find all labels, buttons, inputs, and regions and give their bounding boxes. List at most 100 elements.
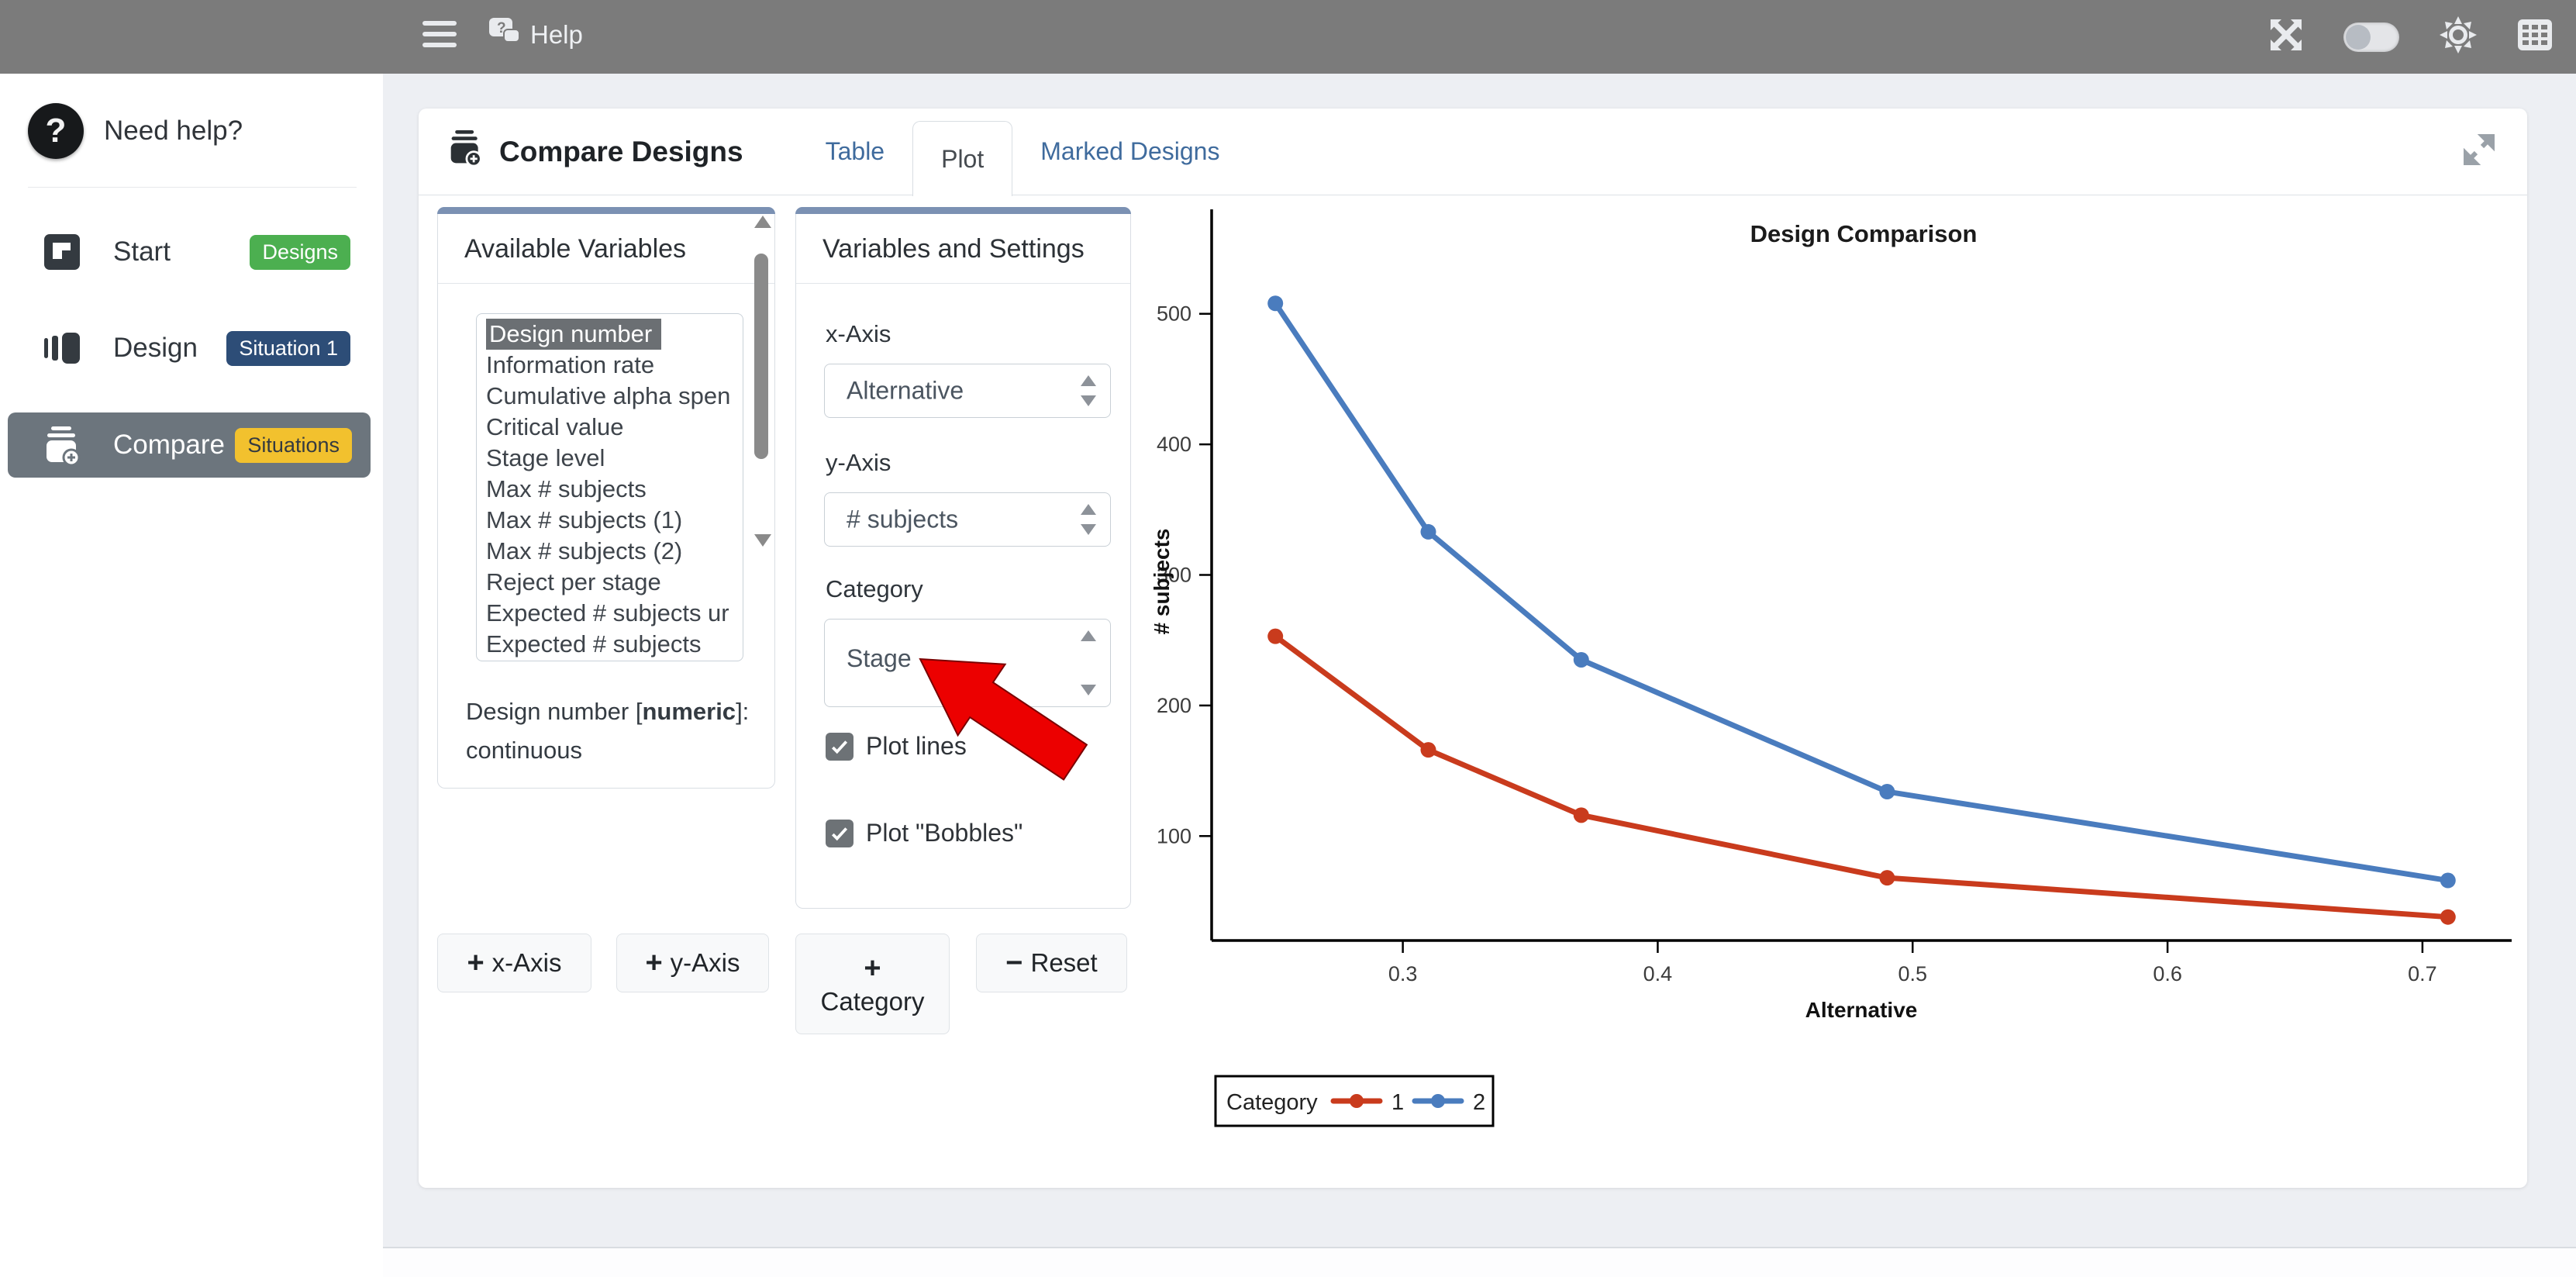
x-tick-label: 0.4 xyxy=(1643,962,1673,985)
scroll-thumb[interactable] xyxy=(754,254,768,459)
y-axis-title: # subjects xyxy=(1150,529,1174,635)
legend-dot-series2 xyxy=(1431,1094,1445,1108)
variable-option[interactable]: Cumulative alpha spen xyxy=(486,381,743,412)
scroll-up-icon[interactable] xyxy=(754,216,771,228)
main-area: Compare Designs Table Plot Marked Design… xyxy=(383,74,2576,1277)
variables-listbox[interactable]: Design number Information rate Cumulativ… xyxy=(476,313,743,661)
compare-designs-icon xyxy=(448,130,484,173)
need-help-link[interactable]: ? Need help? xyxy=(0,74,383,187)
panel-accent-bar xyxy=(795,207,1131,214)
variable-option[interactable]: Stage level xyxy=(486,443,743,474)
y-axis-label: y-Axis xyxy=(826,449,891,477)
sidebar-item-label: Start xyxy=(113,236,171,267)
menu-icon[interactable] xyxy=(422,21,457,52)
compare-stack-icon xyxy=(43,426,81,464)
footer-bar xyxy=(383,1247,2576,1277)
y-axis-value: # subjects xyxy=(847,506,958,534)
top-bar: ? Help xyxy=(0,0,2576,74)
expand-card-icon[interactable] xyxy=(2464,134,2495,169)
data-point-1 xyxy=(1267,629,1283,644)
sidebar-item-label: Design xyxy=(113,333,198,364)
legend-entry-2: 2 xyxy=(1473,1090,1485,1115)
tab-table[interactable]: Table xyxy=(798,109,913,195)
x-tick-label: 0.7 xyxy=(2408,962,2437,985)
series-line-1 xyxy=(1275,637,2448,917)
data-point-2 xyxy=(2440,873,2456,889)
x-tick-label: 0.3 xyxy=(1388,962,1418,985)
variable-option[interactable]: Expected # subjects ur xyxy=(486,598,743,629)
series-line-2 xyxy=(1275,303,2448,880)
x-axis-label: x-Axis xyxy=(826,320,891,348)
minus-icon: − xyxy=(1005,947,1022,980)
data-point-2 xyxy=(1421,524,1436,540)
spinner-up-icon[interactable] xyxy=(1081,375,1096,386)
sidebar-item-design[interactable]: Design Situation 1 xyxy=(0,316,383,380)
scroll-down-icon[interactable] xyxy=(754,534,771,547)
plus-icon: + xyxy=(467,947,484,980)
sidebar-divider xyxy=(28,187,357,188)
spinner-down-icon[interactable] xyxy=(1081,524,1096,535)
variable-option[interactable]: Max # subjects (1) xyxy=(486,505,743,536)
legend-dot-series1 xyxy=(1350,1094,1364,1108)
plot-bobbles-checkbox[interactable]: Plot "Bobbles" xyxy=(826,819,1022,847)
variable-option[interactable]: Max # subjects (2) xyxy=(486,536,743,567)
data-point-1 xyxy=(1879,870,1895,885)
y-axis-select[interactable]: # subjects xyxy=(824,492,1111,547)
variable-option[interactable]: Max # subjects xyxy=(486,474,743,505)
design-layers-icon xyxy=(43,330,81,367)
data-point-1 xyxy=(1421,742,1436,758)
x-tick-label: 0.5 xyxy=(1898,962,1927,985)
variable-option[interactable]: Design number xyxy=(486,319,661,350)
legend-title: Category xyxy=(1226,1090,1318,1115)
variable-description: Design number [numeric]: continuous xyxy=(466,692,753,770)
variables-settings-title: Variables and Settings xyxy=(796,214,1130,284)
theme-toggle[interactable] xyxy=(2343,22,2399,52)
compare-designs-card: Compare Designs Table Plot Marked Design… xyxy=(419,109,2527,1188)
help-button[interactable]: ? Help xyxy=(488,17,583,53)
variable-option[interactable]: Reject per stage xyxy=(486,567,743,598)
x-tick-label: 0.6 xyxy=(2153,962,2182,985)
spinner-down-icon[interactable] xyxy=(1081,395,1096,406)
variable-option[interactable]: Information rate xyxy=(486,350,743,381)
toggle-knob xyxy=(2346,25,2371,50)
card-title: Compare Designs xyxy=(448,130,743,173)
sidebar-item-compare[interactable]: Compare Situations xyxy=(8,412,371,478)
data-point-1 xyxy=(1574,807,1589,823)
legend-entry-1: 1 xyxy=(1391,1090,1404,1115)
spinner-up-icon[interactable] xyxy=(1081,630,1096,641)
tab-plot[interactable]: Plot xyxy=(912,121,1012,196)
sidebar: ? Need help? Start Designs Design Situat… xyxy=(0,74,383,1277)
add-x-axis-button[interactable]: + x-Axis xyxy=(437,934,591,992)
situations-badge: Situations xyxy=(235,428,352,463)
available-variables-panel: Available Variables Design number Inform… xyxy=(437,207,775,789)
spinner-up-icon[interactable] xyxy=(1081,504,1096,515)
grid-apps-icon[interactable] xyxy=(2517,19,2553,55)
fullscreen-arrows-icon[interactable] xyxy=(2269,18,2303,56)
x-axis-select[interactable]: Alternative xyxy=(824,364,1111,418)
start-flag-icon xyxy=(43,233,81,271)
y-tick-label: 200 xyxy=(1157,694,1191,717)
plus-icon: + xyxy=(645,947,662,980)
variable-option[interactable]: Critical value xyxy=(486,412,743,443)
situation-badge: Situation 1 xyxy=(226,331,350,366)
question-mark-icon: ? xyxy=(28,103,84,159)
listbox-scrollbar[interactable] xyxy=(751,211,771,551)
sidebar-item-start[interactable]: Start Designs xyxy=(0,220,383,284)
y-tick-label: 100 xyxy=(1157,824,1191,847)
red-annotation-arrow xyxy=(891,644,1101,787)
category-label: Category xyxy=(826,575,923,603)
sidebar-item-label: Compare xyxy=(113,430,225,461)
brightness-icon[interactable] xyxy=(2440,16,2477,57)
tab-marked-designs[interactable]: Marked Designs xyxy=(1012,109,1247,195)
add-y-axis-button[interactable]: + y-Axis xyxy=(616,934,769,992)
help-chat-icon: ? xyxy=(488,17,521,53)
reset-button[interactable]: − Reset xyxy=(976,934,1127,992)
y-tick-label: 500 xyxy=(1157,302,1191,326)
data-point-1 xyxy=(2440,909,2456,925)
add-category-button[interactable]: + Category xyxy=(795,934,950,1034)
design-comparison-chart: Design Comparison 1002003004005000.30.40… xyxy=(1147,194,2558,1140)
chart-title: Design Comparison xyxy=(1750,220,1978,247)
plot-bobbles-label: Plot "Bobbles" xyxy=(866,819,1022,847)
variable-option[interactable]: Expected # subjects xyxy=(486,629,743,660)
panel-accent-bar xyxy=(437,207,775,214)
